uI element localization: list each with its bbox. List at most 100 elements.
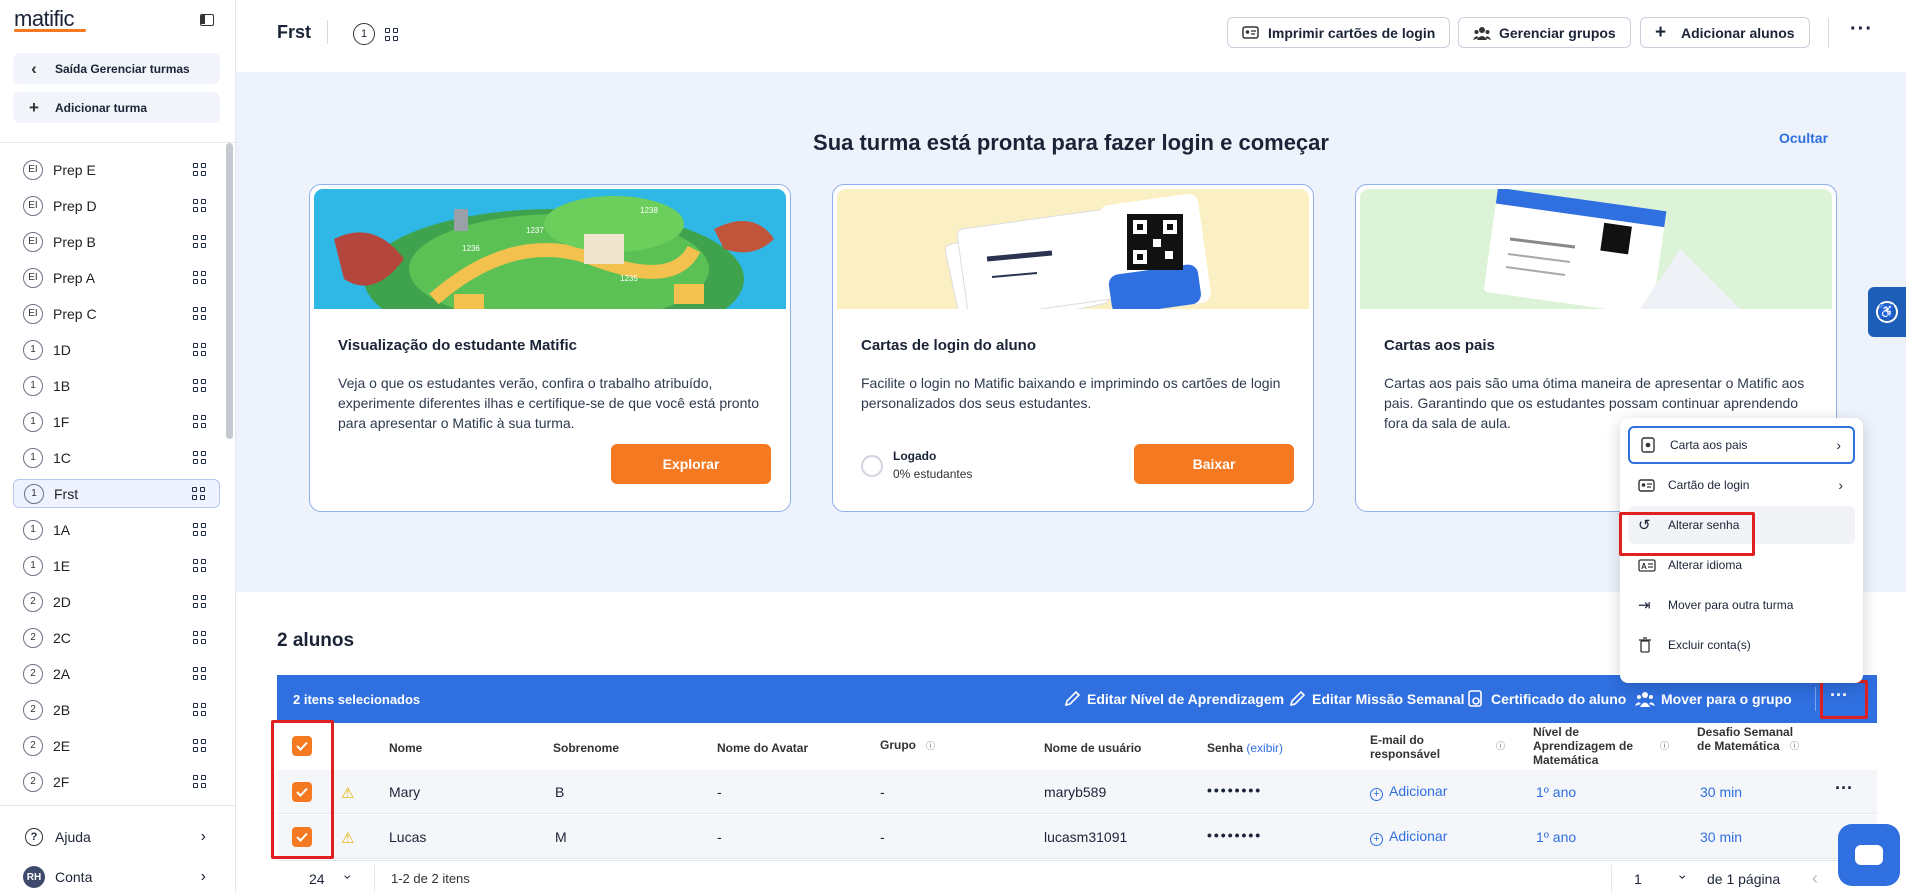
exit-label: Saída Gerenciar turmas bbox=[55, 61, 190, 76]
column-header-level[interactable]: Nível de Aprendizagem de Matemática bbox=[1533, 725, 1648, 767]
grid-icon[interactable] bbox=[193, 415, 206, 428]
collapse-sidebar-icon[interactable] bbox=[200, 14, 214, 26]
student-challenge[interactable]: 30 min bbox=[1700, 784, 1742, 800]
divider bbox=[1828, 18, 1829, 48]
sidebar-class-item[interactable]: 2 2A bbox=[13, 659, 220, 688]
login-card-illustration bbox=[837, 189, 1309, 309]
edit-mission-button[interactable]: Editar Missão Semanal bbox=[1288, 675, 1465, 723]
chat-button[interactable] bbox=[1838, 824, 1900, 886]
column-header-email[interactable]: E-mail do responsável bbox=[1370, 733, 1470, 761]
sidebar-class-item[interactable]: 2 2F bbox=[13, 767, 220, 796]
sidebar-class-item[interactable]: 2 2E bbox=[13, 731, 220, 760]
grid-icon[interactable] bbox=[193, 163, 206, 176]
add-class-button[interactable]: + Adicionar turma bbox=[13, 92, 220, 123]
column-header-password[interactable]: Senha (exibir) bbox=[1207, 741, 1283, 755]
sidebar-class-item[interactable]: EI Prep D bbox=[13, 191, 220, 220]
exit-manage-classes-button[interactable]: ‹ Saída Gerenciar turmas bbox=[13, 53, 220, 84]
add-class-label: Adicionar turma bbox=[55, 100, 148, 115]
sidebar-class-item[interactable]: EI Prep A bbox=[13, 263, 220, 292]
grid-icon[interactable] bbox=[193, 523, 206, 536]
student-challenge[interactable]: 30 min bbox=[1700, 829, 1742, 845]
explore-button[interactable]: Explorar bbox=[611, 444, 771, 484]
print-login-cards-button[interactable]: Imprimir cartões de login bbox=[1227, 17, 1451, 48]
letter-icon bbox=[1640, 437, 1658, 453]
grid-icon[interactable] bbox=[193, 199, 206, 212]
column-header-challenge[interactable]: Desafio Semanal de Matemática bbox=[1697, 725, 1797, 753]
grid-icon[interactable] bbox=[193, 775, 206, 788]
column-header-first-name[interactable]: Nome bbox=[389, 741, 422, 755]
help-item[interactable]: ? Ajuda › bbox=[13, 822, 220, 852]
accessibility-button[interactable]: ♿ bbox=[1868, 287, 1906, 337]
sidebar-class-item[interactable]: 2 2D bbox=[13, 587, 220, 616]
student-level[interactable]: 1º ano bbox=[1536, 829, 1576, 845]
grid-icon[interactable] bbox=[193, 271, 206, 284]
add-email-label: Adicionar bbox=[1389, 828, 1448, 844]
column-header-username[interactable]: Nome de usuário bbox=[1044, 741, 1141, 755]
sidebar-class-item[interactable]: 1 1F bbox=[13, 407, 220, 436]
groups-label: Gerenciar grupos bbox=[1499, 24, 1616, 41]
column-header-last-name[interactable]: Sobrenome bbox=[553, 741, 619, 755]
student-last-name: M bbox=[555, 829, 567, 845]
grid-icon[interactable] bbox=[193, 595, 206, 608]
add-email-link[interactable]: + Adicionar bbox=[1370, 828, 1447, 846]
grid-icon[interactable] bbox=[193, 343, 206, 356]
edit-level-button[interactable]: Editar Nível de Aprendizagem bbox=[1063, 675, 1284, 723]
grid-icon[interactable] bbox=[385, 28, 398, 41]
scrollbar[interactable] bbox=[226, 143, 233, 439]
sidebar: matific ‹ Saída Gerenciar turmas + Adicion… bbox=[0, 0, 236, 892]
sidebar-class-item[interactable]: 1 1A bbox=[13, 515, 220, 544]
chevron-down-icon[interactable]: › bbox=[340, 875, 356, 880]
show-passwords-link[interactable]: (exibir) bbox=[1246, 741, 1283, 755]
sidebar-class-item[interactable]: 1 Frst bbox=[13, 479, 220, 508]
chevron-left-icon[interactable]: ‹ bbox=[1812, 868, 1818, 889]
grid-icon[interactable] bbox=[193, 379, 206, 392]
info-icon[interactable]: ⓘ bbox=[1496, 739, 1505, 752]
grid-icon[interactable] bbox=[193, 739, 206, 752]
row-more-options-icon[interactable]: ··· bbox=[1835, 778, 1853, 799]
sidebar-class-item[interactable]: 2 2B bbox=[13, 695, 220, 724]
sidebar-class-item[interactable]: 1 1E bbox=[13, 551, 220, 580]
certificate-button[interactable]: Certificado do aluno bbox=[1467, 675, 1626, 723]
grid-icon[interactable] bbox=[193, 559, 206, 572]
sidebar-class-item[interactable]: 1 1B bbox=[13, 371, 220, 400]
student-level[interactable]: 1º ano bbox=[1536, 784, 1576, 800]
sidebar-class-item[interactable]: 1 1C bbox=[13, 443, 220, 472]
pagination-bar: 24 › 1-2 de 2 itens 1 › de 1 página ‹ bbox=[277, 860, 1877, 892]
card-text: Veja o que os estudantes verão, confira … bbox=[338, 375, 760, 431]
grid-icon[interactable] bbox=[193, 631, 206, 644]
menu-item-parent-letter[interactable]: Carta aos pais › bbox=[1628, 426, 1855, 464]
per-page-value[interactable]: 24 bbox=[309, 871, 325, 887]
hide-banner-link[interactable]: Ocultar bbox=[1779, 130, 1828, 146]
info-icon[interactable]: ⓘ bbox=[1790, 739, 1799, 752]
sidebar-class-item[interactable]: EI Prep C bbox=[13, 299, 220, 328]
add-students-button[interactable]: + Adicionar alunos bbox=[1640, 17, 1810, 48]
grid-icon[interactable] bbox=[193, 235, 206, 248]
sidebar-class-item[interactable]: 2 2C bbox=[13, 623, 220, 652]
menu-item-move-class[interactable]: ⇥ Mover para outra turma bbox=[1628, 586, 1855, 624]
download-button[interactable]: Baixar bbox=[1134, 444, 1294, 484]
grade-badge: 1 bbox=[353, 23, 375, 45]
more-options-icon[interactable]: ··· bbox=[1850, 18, 1873, 41]
menu-item-delete-accounts[interactable]: Excluir conta(s) bbox=[1628, 626, 1855, 664]
grid-icon[interactable] bbox=[193, 451, 206, 464]
grid-icon[interactable] bbox=[193, 307, 206, 320]
sidebar-class-item[interactable]: 1 1D bbox=[13, 335, 220, 364]
manage-groups-button[interactable]: Gerenciar grupos bbox=[1458, 17, 1631, 48]
info-icon[interactable]: ⓘ bbox=[1660, 739, 1669, 752]
account-item[interactable]: RH Conta › bbox=[13, 862, 220, 892]
menu-item-login-card[interactable]: Cartão de login › bbox=[1628, 466, 1855, 504]
edit-mission-label: Editar Missão Semanal bbox=[1312, 691, 1465, 707]
grid-icon[interactable] bbox=[193, 703, 206, 716]
sidebar-class-item[interactable]: EI Prep E bbox=[13, 155, 220, 184]
column-header-group[interactable]: Grupo bbox=[880, 738, 916, 752]
chevron-down-icon[interactable]: › bbox=[1675, 875, 1691, 880]
menu-item-label: Alterar idioma bbox=[1668, 558, 1743, 572]
sidebar-class-item[interactable]: EI Prep B bbox=[13, 227, 220, 256]
grid-icon[interactable] bbox=[192, 487, 205, 500]
users-icon bbox=[1473, 26, 1491, 40]
info-icon[interactable]: ⓘ bbox=[926, 739, 935, 752]
add-email-link[interactable]: + Adicionar bbox=[1370, 783, 1447, 801]
column-header-avatar[interactable]: Nome do Avatar bbox=[717, 741, 808, 755]
grid-icon[interactable] bbox=[193, 667, 206, 680]
current-page[interactable]: 1 bbox=[1634, 871, 1642, 887]
